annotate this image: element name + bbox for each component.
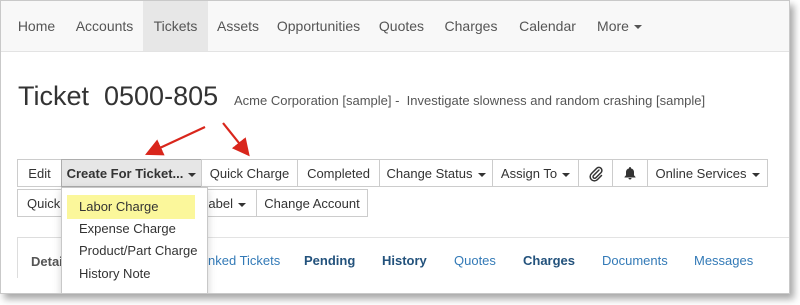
annotation-arrow-create [145,126,206,156]
annotation-arrows [145,122,250,157]
app-window: Home Accounts Tickets Assets Opportuniti… [0,0,790,294]
annotation-arrow-quick-charge [222,122,250,157]
